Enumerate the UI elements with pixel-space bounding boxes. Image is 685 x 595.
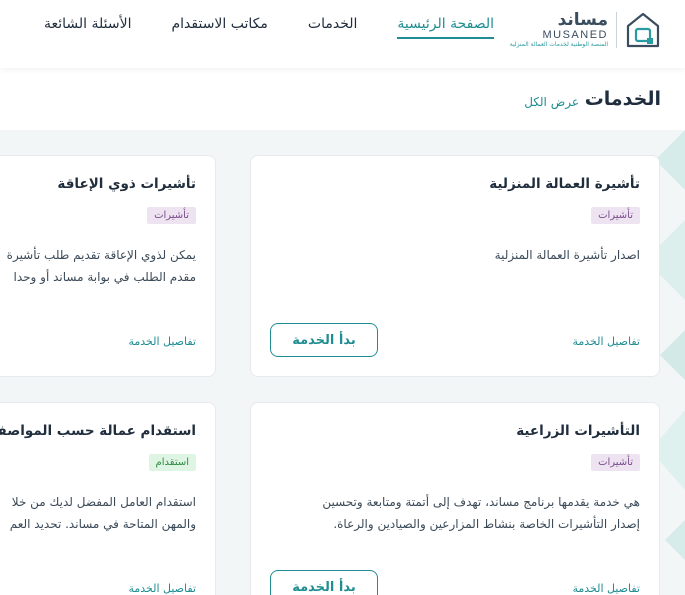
house-logo-icon [626, 12, 660, 48]
nav-services[interactable]: الخدمات [308, 16, 358, 39]
service-details-link[interactable]: تفاصيل الخدمة [128, 335, 196, 348]
category-badge: تأشيرات [591, 207, 640, 224]
card-description: استقدام العامل المفضل لديك من خلا والمهن… [0, 491, 196, 535]
nav-home[interactable]: الصفحة الرئيسية [397, 16, 494, 39]
description-line: مقدم الطلب في بوابة مساند أو وحدا [13, 270, 197, 284]
logo-text: مساند MUSANED المنصة الوطنية لخدمات العم… [510, 11, 608, 49]
category-badge: استقدام [148, 454, 196, 471]
card-title: تأشيرة العمالة المنزلية [489, 176, 640, 192]
main-nav: الصفحة الرئيسية الخدمات مكاتب الاستقدام … [44, 16, 494, 39]
musaned-logo[interactable]: مساند MUSANED المنصة الوطنية لخدمات العم… [510, 8, 661, 52]
description-line: اصدار تأشيرة العمالة المنزلية [494, 248, 640, 262]
description-line: يمكن لذوي الإعاقة تقديم طلب تأشيرة [6, 248, 196, 262]
category-badge: تأشيرات [591, 454, 640, 471]
service-card-disability-visa: تأشيرات ذوي الإعاقة تأشيرات يمكن لذوي ال… [0, 155, 216, 377]
logo-tagline: المنصة الوطنية لخدمات العمالة المنزلية [509, 41, 608, 48]
view-all-link[interactable]: عرض الكل [524, 95, 579, 109]
start-service-button[interactable]: بدأ الخدمة [270, 323, 378, 357]
card-description: يمكن لذوي الإعاقة تقديم طلب تأشيرة مقدم … [0, 244, 196, 288]
logo-arabic: مساند [557, 10, 608, 30]
site-header: مساند MUSANED المنصة الوطنية لخدمات العم… [0, 0, 685, 68]
description-line: استقدام العامل المفضل لديك من خلا [11, 495, 196, 509]
card-title: استقدام عمالة حسب المواصفات [0, 423, 196, 439]
start-service-button[interactable]: بدأ الخدمة [270, 570, 378, 595]
service-details-link[interactable]: تفاصيل الخدمة [128, 582, 196, 595]
description-line: والمهن المتاحة في مساند. تحديد العم [9, 517, 196, 531]
card-description: هي خدمة يقدمها برنامج مساند، تهدف إلى أت… [260, 491, 640, 535]
logo-divider [616, 12, 617, 48]
nav-faq[interactable]: الأسئلة الشائعة [44, 16, 132, 39]
section-title: الخدمات [584, 88, 661, 110]
service-card-domestic-visa: تأشيرة العمالة المنزلية تأشيرات اصدار تأ… [250, 155, 660, 377]
service-card-recruitment-by-specs: استقدام عمالة حسب المواصفات استقدام استق… [0, 402, 216, 595]
service-details-link[interactable]: تفاصيل الخدمة [572, 335, 640, 348]
card-title: تأشيرات ذوي الإعاقة [57, 176, 196, 192]
nav-recruitment-offices[interactable]: مكاتب الاستقدام [171, 16, 267, 39]
services-grid: تأشيرة العمالة المنزلية تأشيرات اصدار تأ… [0, 130, 685, 595]
card-description: اصدار تأشيرة العمالة المنزلية [260, 244, 640, 266]
card-title: التأشيرات الزراعية [516, 423, 640, 439]
description-line: إصدار التأشيرات الخاصة بنشاط المزارعين و… [333, 517, 640, 531]
logo-english: MUSANED [542, 29, 608, 41]
service-card-agricultural-visa: التأشيرات الزراعية تأشيرات هي خدمة يقدمه… [250, 402, 660, 595]
service-details-link[interactable]: تفاصيل الخدمة [572, 582, 640, 595]
description-line: هي خدمة يقدمها برنامج مساند، تهدف إلى أت… [322, 495, 640, 509]
category-badge: تأشيرات [147, 207, 196, 224]
